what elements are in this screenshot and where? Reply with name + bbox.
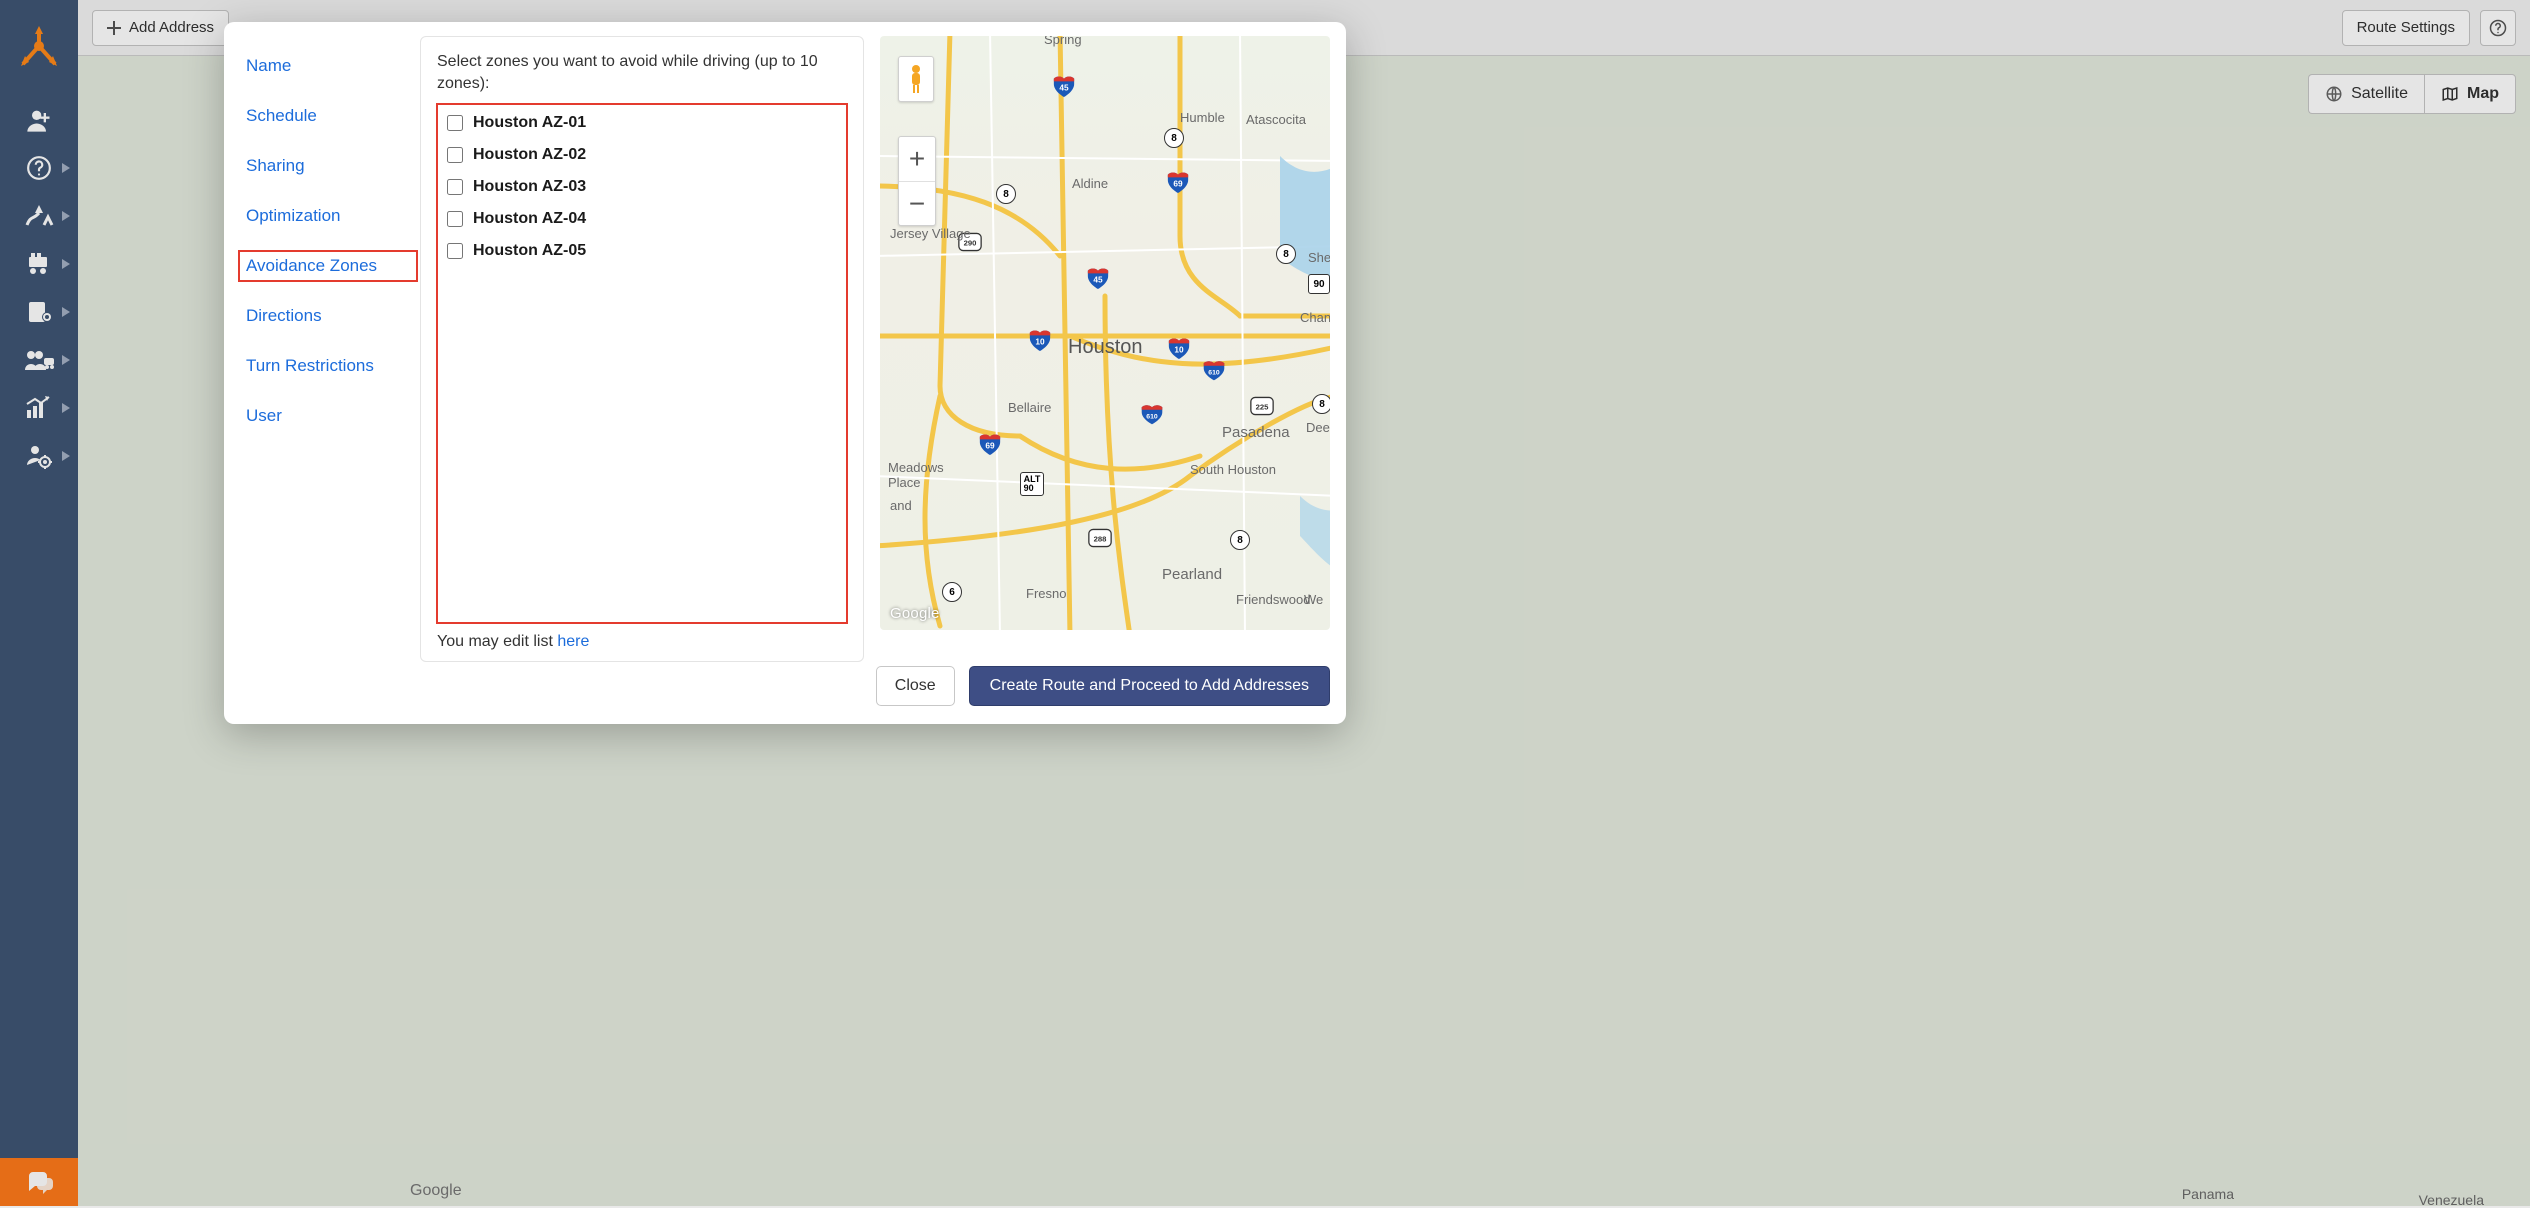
zone-label[interactable]: Houston AZ-04	[473, 210, 586, 228]
zone-checkbox[interactable]	[447, 179, 463, 195]
zone-list: Houston AZ-01 Houston AZ-02 Houston AZ-0…	[437, 104, 847, 623]
zone-row: Houston AZ-03	[447, 178, 837, 196]
edit-prefix: You may edit list	[437, 633, 557, 650]
tab-user[interactable]: User	[242, 404, 414, 428]
zone-checkbox[interactable]	[447, 243, 463, 259]
zone-checkbox[interactable]	[447, 115, 463, 131]
map-city-label: Meadows Place	[888, 460, 958, 490]
map-city-label: Deer	[1306, 420, 1330, 435]
svg-text:69: 69	[1173, 179, 1183, 189]
zoom-out-button[interactable]: −	[899, 181, 935, 225]
tab-name[interactable]: Name	[242, 54, 414, 78]
pegman-control[interactable]	[898, 56, 934, 102]
map-city-label: Channel	[1300, 310, 1330, 325]
map-city-label: Spring	[1044, 36, 1082, 47]
close-button[interactable]: Close	[876, 666, 955, 706]
map-city-label: and	[890, 498, 912, 513]
map-city-label: Bellaire	[1008, 400, 1051, 415]
map-city-label: Jersey Village	[890, 226, 971, 241]
zone-label[interactable]: Houston AZ-02	[473, 146, 586, 164]
map-city-houston: Houston	[1068, 336, 1143, 359]
map-city-label: We	[1304, 592, 1323, 607]
svg-text:45: 45	[1093, 275, 1103, 285]
tab-avoidance-zones[interactable]: Avoidance Zones	[242, 254, 414, 278]
svg-text:10: 10	[1035, 337, 1045, 347]
edit-list-link[interactable]: here	[557, 633, 589, 650]
edit-list-text: You may edit list here	[437, 623, 847, 651]
zone-checkbox[interactable]	[447, 147, 463, 163]
map-city-label: Fresno	[1026, 586, 1066, 601]
modal-sidebar: Name Schedule Sharing Optimization Avoid…	[224, 36, 414, 662]
svg-text:10: 10	[1174, 345, 1184, 355]
zoom-in-button[interactable]: +	[899, 137, 935, 181]
zone-label[interactable]: Houston AZ-03	[473, 178, 586, 196]
tab-optimization[interactable]: Optimization	[242, 204, 414, 228]
svg-text:610: 610	[1208, 369, 1220, 376]
tab-turn-restrictions[interactable]: Turn Restrictions	[242, 354, 414, 378]
map-city-label: Pearland	[1162, 566, 1222, 583]
zone-row: Houston AZ-05	[447, 242, 837, 260]
svg-text:69: 69	[985, 441, 995, 451]
zone-row: Houston AZ-01	[447, 114, 837, 132]
svg-text:288: 288	[1094, 534, 1108, 543]
svg-text:225: 225	[1256, 402, 1270, 411]
map-city-label: Friendswood	[1236, 592, 1310, 607]
zone-checkbox[interactable]	[447, 211, 463, 227]
tab-schedule[interactable]: Schedule	[242, 104, 414, 128]
svg-text:610: 610	[1146, 413, 1158, 420]
route-options-modal: Name Schedule Sharing Optimization Avoid…	[224, 22, 1346, 724]
zone-row: Houston AZ-04	[447, 210, 837, 228]
zone-row: Houston AZ-02	[447, 146, 837, 164]
map-city-label: Pasadena	[1222, 424, 1290, 441]
map-city-label: Aldine	[1072, 176, 1108, 191]
zoom-control: + −	[898, 136, 936, 226]
modal-map[interactable]: 45 69 45 10 10 610 610 69	[880, 36, 1330, 630]
map-city-label: South Houston	[1190, 462, 1276, 477]
zone-label[interactable]: Houston AZ-01	[473, 114, 586, 132]
create-route-button[interactable]: Create Route and Proceed to Add Addresse…	[969, 666, 1330, 706]
zone-label[interactable]: Houston AZ-05	[473, 242, 586, 260]
map-city-label: Humble	[1180, 110, 1225, 125]
tab-directions[interactable]: Directions	[242, 304, 414, 328]
modal-content: Select zones you want to avoid while dri…	[420, 36, 864, 662]
modal-footer: Close Create Route and Proceed to Add Ad…	[224, 662, 1346, 724]
tab-sharing[interactable]: Sharing	[242, 154, 414, 178]
map-city-label: Atascocita	[1246, 112, 1306, 127]
instruction-text: Select zones you want to avoid while dri…	[437, 51, 847, 94]
svg-text:45: 45	[1059, 83, 1069, 93]
map-city-label: Shel	[1308, 250, 1330, 265]
google-attribution: Google	[890, 605, 940, 622]
